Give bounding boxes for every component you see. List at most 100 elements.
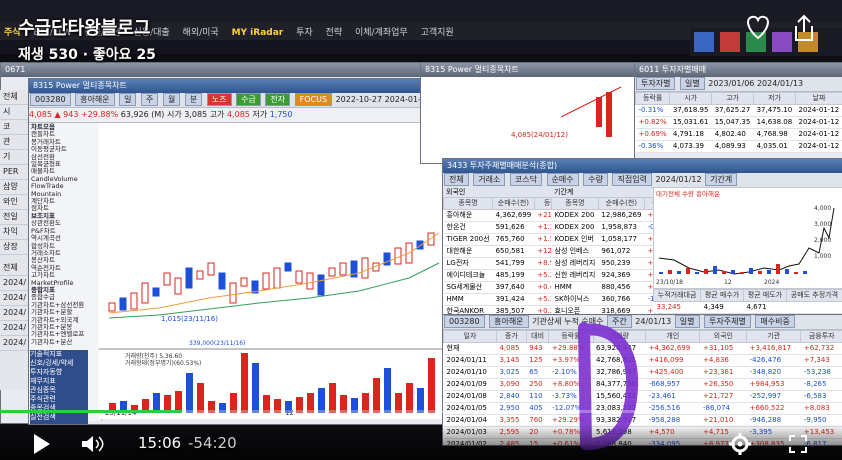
shortcut-icon[interactable] [772, 32, 792, 52]
left-menu-item[interactable]: 2024/ [0, 306, 30, 321]
open-value: 3,085 [184, 110, 208, 119]
period-select[interactable]: 기간계 [705, 173, 738, 186]
cell: 961,072 [598, 245, 645, 258]
quick-menu-item[interactable]: 재무지표 [30, 377, 88, 386]
left-menu-item[interactable]: 기 [0, 150, 30, 165]
stock-name[interactable]: 흥아해운 [489, 315, 529, 328]
date-input[interactable]: 2024/01/12 [655, 175, 701, 184]
share-icon[interactable] [792, 14, 816, 42]
quick-menu-item[interactable]: 기술적지표 [30, 350, 88, 359]
electronic-button[interactable]: 전자 [265, 93, 291, 106]
focus-button[interactable]: FOCUS [294, 93, 333, 106]
view-select[interactable]: 직접입력 [612, 173, 652, 186]
progress-track[interactable] [0, 410, 842, 413]
play-icon[interactable] [30, 432, 52, 456]
left-menu-item[interactable]: 2024/ [0, 321, 30, 336]
left-menu-item[interactable]: 전체 [0, 261, 30, 276]
code-input[interactable]: 003280 [30, 93, 71, 106]
settings-icon[interactable] [728, 432, 752, 456]
tab-kosdaq[interactable]: 코스닥 [509, 173, 543, 186]
stock-name[interactable]: 흥아해운 [75, 93, 115, 106]
cell: 3,025 [496, 366, 527, 379]
cell: 65 [526, 366, 549, 379]
left-menu-item[interactable]: PER [0, 165, 30, 180]
panel-header: 기간계 [551, 187, 651, 197]
left-menu-item[interactable]: 전체 [0, 90, 30, 105]
left-menu-item[interactable]: 상장 [0, 240, 30, 255]
left-menu-item[interactable]: 전일 [0, 210, 30, 225]
sort-select[interactable]: 순매수 [546, 173, 579, 186]
tab[interactable]: 투자자별 [636, 77, 676, 90]
ratio-button[interactable]: 매수비중 [755, 315, 795, 328]
supply-button[interactable]: 수급 [236, 93, 261, 106]
code-input[interactable]: 003280 [444, 315, 485, 328]
mini-price-chart[interactable]: 4,085(24/01/12) [421, 77, 636, 163]
left-menu-item[interactable]: 와인 [0, 195, 30, 210]
cell: +4,836 [699, 354, 747, 367]
left-menu-item[interactable]: 관 [0, 135, 30, 150]
candle [317, 274, 325, 296]
tab-all[interactable]: 전체 [444, 173, 469, 186]
tab[interactable]: 일별 [680, 77, 705, 90]
date-from[interactable]: 2023/01/06 [708, 79, 754, 88]
left-menu-item[interactable]: 2024/ [0, 276, 30, 291]
left-menu-item[interactable]: 코 [0, 120, 30, 135]
table-row[interactable]: +0.69% 4,791.18 4,802.40 4,768.98 2024-0… [635, 128, 842, 141]
volume-icon[interactable] [80, 434, 106, 454]
menu-item[interactable]: 투자 [296, 25, 313, 38]
cell: 950,239 [598, 257, 645, 270]
cell: 12,986,269 [598, 209, 645, 222]
table-row[interactable]: +0.82% 15,031.61 15,047.35 14,638.08 202… [635, 116, 842, 129]
nose-button[interactable]: 노즈 [206, 93, 232, 106]
candle-chart[interactable]: 1,015(23/11/16) 339,000(23/11/16) 거래량(천주… [99, 123, 443, 419]
table-row[interactable]: -0.31% 37,618.95 37,625.27 37,475.10 202… [635, 104, 842, 117]
candle [273, 267, 281, 289]
left-menu-item[interactable]: 차익 [0, 225, 30, 240]
left-menu-item[interactable]: 삼양 [0, 180, 30, 195]
quick-menu-item[interactable]: 투자자동향 [30, 368, 88, 377]
menu-item[interactable]: 전략 [326, 25, 343, 38]
period-month-button[interactable]: 월 [162, 93, 181, 106]
fullscreen-icon[interactable] [788, 434, 808, 454]
period-week-button[interactable]: 주 [141, 93, 159, 106]
tree-item[interactable]: 기관차트+분산 [31, 338, 99, 346]
cell: 2,840 [496, 390, 527, 403]
cell: 4,349 [700, 301, 744, 314]
period-day-button[interactable]: 일 [119, 93, 137, 106]
table-row: 33,245 4,349 4,671 [653, 301, 842, 314]
cell: -348,820 [746, 366, 801, 379]
daily-button[interactable]: 일별 [674, 315, 700, 328]
date-from[interactable]: 2022-10-27 [336, 95, 383, 104]
period-minute-button[interactable]: 분 [184, 93, 203, 106]
menu-item[interactable]: 이체/계좌업무 [355, 25, 408, 38]
quick-menu-item[interactable]: 관심종목 [30, 386, 88, 395]
heart-icon[interactable] [744, 14, 772, 40]
left-menu-item[interactable]: 시 [0, 105, 30, 120]
menu-item[interactable]: MY iRadar [232, 28, 284, 38]
column-header: 개인 [645, 330, 701, 343]
shortcut-icon[interactable] [694, 32, 714, 52]
left-menu-item[interactable]: 2024/ [0, 291, 30, 306]
candle [383, 252, 391, 266]
option-label[interactable]: 기관상세 [532, 317, 561, 326]
left-menu-item[interactable]: 2024/ [0, 336, 30, 351]
cell: KODEX 인버 [551, 233, 599, 246]
investor-button[interactable]: 투자주체별 [704, 315, 751, 328]
candle [185, 267, 193, 289]
menu-item[interactable]: 해외/미국 [183, 25, 219, 38]
unit-select[interactable]: 수량 [583, 173, 608, 186]
column-header: 종목명 [442, 197, 494, 210]
date-to[interactable]: 2024/01/13 [757, 79, 803, 88]
mini-bar [713, 266, 717, 274]
quick-menu-item[interactable]: 신호/강세/약세 [30, 359, 88, 368]
shortcut-icon[interactable] [720, 32, 740, 52]
mini-chart-svg[interactable]: 4,000 3,000 2,000 1,000 23/10/18 12 2024 [654, 198, 842, 286]
mini-bar [758, 271, 762, 274]
menu-item[interactable]: 고객지원 [421, 25, 454, 38]
cell: 2024-01-12 [795, 116, 842, 129]
quick-menu-item[interactable]: 주식관련 [30, 395, 88, 404]
tab-kospi[interactable]: 거래소 [473, 173, 506, 186]
quick-menu-item[interactable]: 실전검색 [30, 413, 88, 422]
volume-bar [186, 373, 193, 413]
table-row[interactable]: -0.36% 4,073.39 4,089.93 4,035.01 2024-0… [635, 140, 842, 153]
